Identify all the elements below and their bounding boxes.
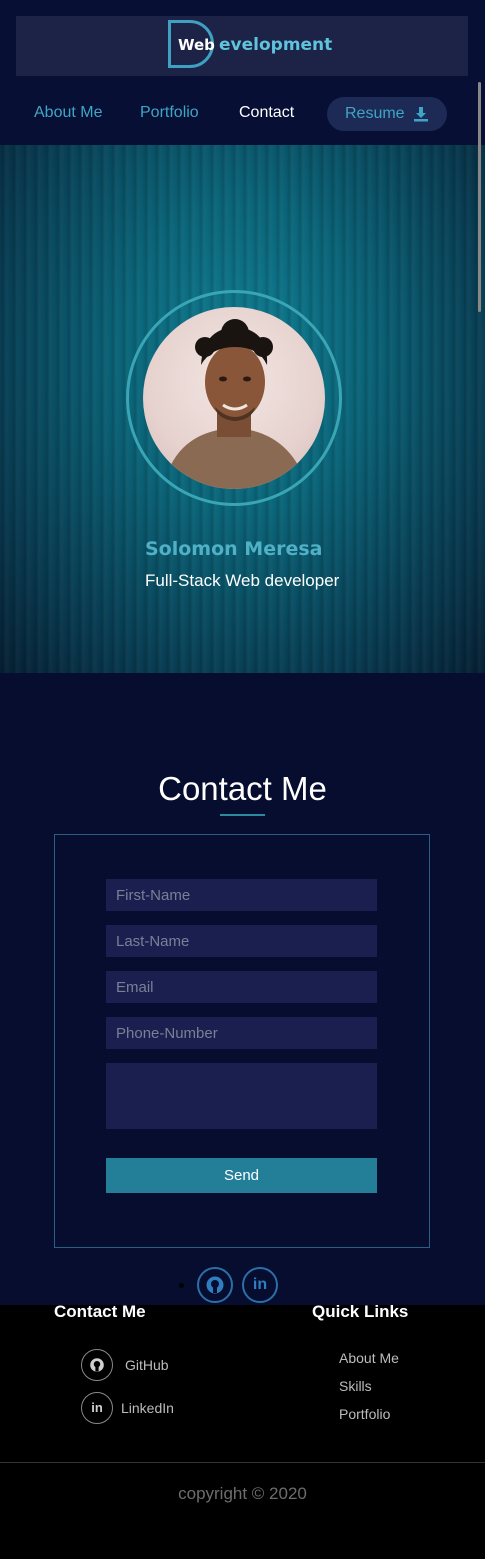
resume-label: Resume — [345, 105, 405, 122]
footer-github-glyph — [90, 1358, 104, 1372]
logo-rest-text: evelopment — [219, 35, 333, 55]
resume-button[interactable]: Resume — [327, 97, 447, 131]
copyright-text: copyright © 2020 — [178, 1484, 307, 1503]
avatar-ring — [126, 290, 342, 506]
phone-number-input[interactable] — [106, 1017, 377, 1049]
footer-linkedin-icon[interactable]: in — [81, 1392, 113, 1424]
nav-about-me[interactable]: About Me — [34, 104, 102, 122]
profile-photo — [143, 307, 325, 489]
list-bullet — [179, 1283, 184, 1288]
footer-linkedin-link[interactable]: LinkedIn — [121, 1400, 174, 1416]
contact-title: Contact Me — [158, 770, 327, 807]
email-input[interactable] — [106, 971, 377, 1003]
nav-contact[interactable]: Contact — [239, 104, 294, 122]
message-textarea[interactable] — [106, 1063, 377, 1129]
hero-name: Solomon Meresa — [145, 538, 323, 560]
footer-github-icon[interactable] — [81, 1349, 113, 1381]
hero-role: Full-Stack Web developer — [145, 571, 340, 590]
linkedin-icon[interactable]: in — [242, 1267, 278, 1303]
logo-web-text: Web — [178, 36, 215, 54]
hero-section: Solomon Meresa Full-Stack Web developer — [0, 145, 485, 673]
title-underline — [220, 814, 265, 816]
profile-portrait — [163, 319, 308, 489]
footer-contact-heading: Contact Me — [54, 1302, 146, 1321]
first-name-input[interactable] — [106, 879, 377, 911]
footer-link-skills[interactable]: Skills — [339, 1378, 372, 1394]
footer-quick-links-heading: Quick Links — [312, 1302, 409, 1321]
logo[interactable]: Web evelopment — [16, 16, 468, 76]
footer-github-link[interactable]: GitHub — [125, 1357, 169, 1373]
site-footer — [0, 1305, 485, 1559]
download-icon — [414, 107, 428, 122]
footer-link-about-me[interactable]: About Me — [339, 1350, 399, 1366]
footer-link-portfolio[interactable]: Portfolio — [339, 1406, 390, 1422]
github-icon[interactable] — [197, 1267, 233, 1303]
scrollbar-thumb[interactable] — [478, 82, 481, 312]
github-glyph — [206, 1276, 224, 1294]
footer-divider — [0, 1462, 485, 1463]
nav-portfolio[interactable]: Portfolio — [140, 104, 199, 122]
send-button[interactable]: Send — [106, 1158, 377, 1193]
last-name-input[interactable] — [106, 925, 377, 957]
